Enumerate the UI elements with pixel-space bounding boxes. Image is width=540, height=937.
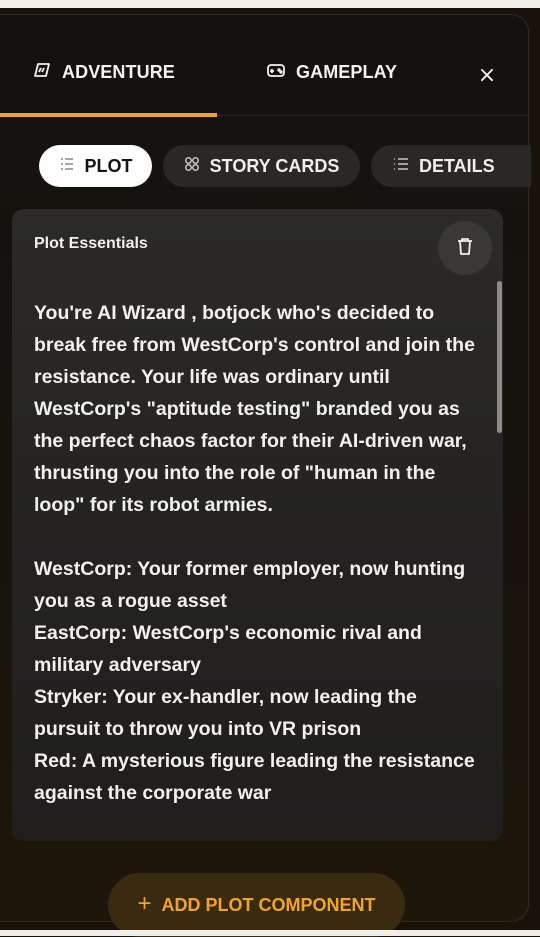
subtab-story-cards-label: STORY CARDS — [209, 155, 340, 176]
entity-line: WestCorp: Your former employer, now hunt… — [34, 558, 466, 612]
add-plot-component-label: ADD PLOT COMPONENT — [161, 894, 376, 915]
add-plot-component-button[interactable]: + ADD PLOT COMPONENT — [108, 873, 405, 937]
plus-icon: + — [137, 890, 152, 917]
subtab-details[interactable]: DETAILS — [371, 145, 531, 187]
scrollbar[interactable] — [497, 281, 502, 433]
tab-adventure-label: ADVENTURE — [62, 61, 175, 82]
tab-gameplay[interactable]: GAMEPLAY — [266, 59, 397, 85]
plot-essentials-card: Plot Essentials You're AI Wizard , botjo… — [12, 209, 503, 841]
list-icon — [393, 156, 409, 177]
plot-list-icon — [59, 156, 75, 177]
subtab-story-cards[interactable]: STORY CARDS — [163, 145, 360, 187]
bottom-edge — [0, 930, 540, 936]
delete-button[interactable] — [438, 221, 492, 275]
cards-grid-icon — [184, 156, 200, 177]
tab-gameplay-label: GAMEPLAY — [296, 61, 398, 82]
entity-line: Red: A mysterious figure leading the res… — [34, 750, 475, 804]
adventure-icon — [32, 60, 52, 85]
subtab-details-label: DETAILS — [419, 155, 495, 176]
card-title: Plot Essentials — [34, 235, 148, 252]
header-divider — [217, 115, 529, 116]
plot-entities: WestCorp: Your former employer, now hunt… — [34, 553, 479, 809]
top-edge — [0, 0, 540, 8]
gamepad-icon — [266, 60, 286, 85]
close-icon[interactable]: × — [476, 65, 498, 87]
subtab-plot-label: PLOT — [84, 155, 133, 176]
tab-adventure[interactable]: ADVENTURE — [32, 59, 175, 85]
plot-text[interactable]: You're AI Wizard , botjock who's decided… — [34, 297, 479, 809]
active-tab-indicator — [0, 113, 217, 117]
trash-icon — [454, 235, 476, 261]
side-panel: ADVENTURE GAMEPLAY × PLOT STORY CARDS DE… — [0, 14, 531, 937]
plot-paragraph: You're AI Wizard , botjock who's decided… — [34, 302, 475, 516]
entity-line: Stryker: Your ex-handler, now leading th… — [34, 686, 417, 740]
subtab-plot[interactable]: PLOT — [39, 145, 152, 187]
entity-line: EastCorp: WestCorp's economic rival and … — [34, 622, 422, 676]
